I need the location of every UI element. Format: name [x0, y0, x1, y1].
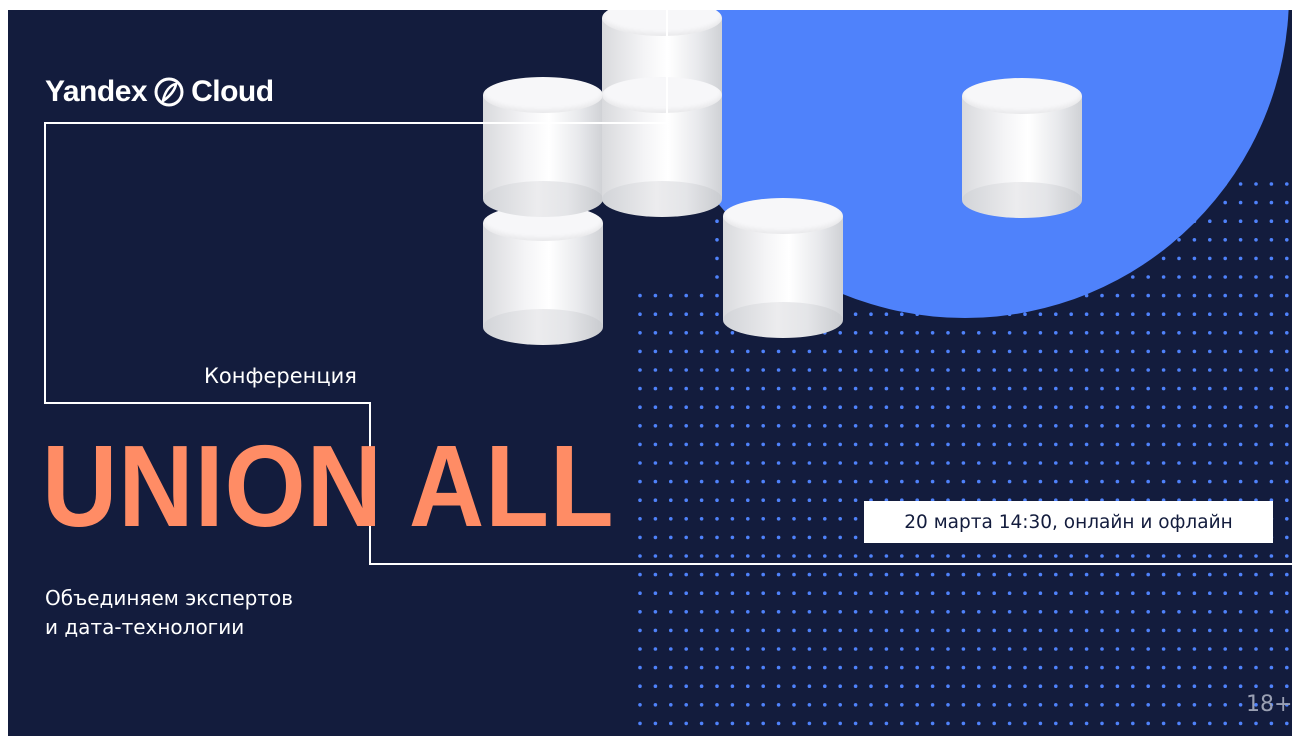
date-place-text: 20 марта 14:30, онлайн и офлайн	[904, 511, 1233, 533]
date-badge: 20 марта 14:30, онлайн и офлайн	[864, 501, 1273, 543]
yandex-cloud-mark-icon	[154, 77, 184, 107]
yandex-cloud-logo: Yandex Cloud	[45, 70, 274, 114]
age-rating-badge: 18+	[1246, 692, 1292, 717]
logo-brand-left: Yandex	[45, 75, 148, 108]
conference-label: Конференция	[204, 364, 357, 388]
logo-brand-right: Cloud	[191, 75, 274, 108]
tagline-line-1: Объединяем экспертов	[45, 586, 293, 610]
event-banner: Yandex Cloud Конференция UNION ALL 20 ма…	[8, 10, 1292, 736]
tagline-line-2: и дата-технологии	[45, 615, 245, 639]
tagline: Объединяем экспертов и дата-технологии	[45, 584, 293, 642]
event-title: UNION ALL	[42, 421, 615, 551]
